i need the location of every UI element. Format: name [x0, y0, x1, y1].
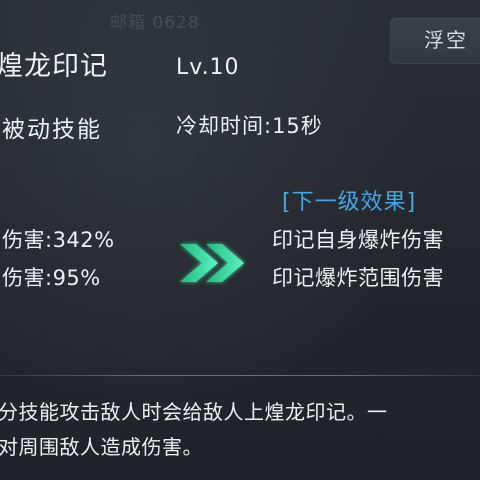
skill-name: 煌龙印记 — [0, 51, 108, 82]
next-level-header: [下一级效果] — [282, 190, 417, 215]
section-divider — [0, 375, 480, 376]
skill-type: 被动技能 — [2, 117, 102, 143]
current-effect-1: 伤害:342% — [2, 228, 115, 252]
skill-detail-panel: 邮箱 0628 浮空 煌龙印记 Lv.10 被动技能 冷却时间:15秒 伤害:3… — [0, 0, 480, 480]
current-effect-2: 伤害:95% — [2, 266, 101, 290]
cooldown-text: 冷却时间:15秒 — [176, 114, 323, 138]
skill-level: Lv.10 — [176, 55, 240, 80]
double-chevron-right-icon — [180, 244, 244, 282]
description-line-1: 分技能攻击敌人时会给敌人上煌龙印记。一 — [0, 400, 388, 424]
next-effect-1: 印记自身爆炸伤害 — [272, 228, 444, 252]
float-tab-label[interactable]: 浮空 — [424, 24, 468, 53]
watermark-text: 邮箱 0628 — [110, 13, 200, 33]
next-effect-2: 印记爆炸范围伤害 — [272, 266, 444, 290]
description-line-2: 对周围敌人造成伤害。 — [0, 435, 203, 459]
